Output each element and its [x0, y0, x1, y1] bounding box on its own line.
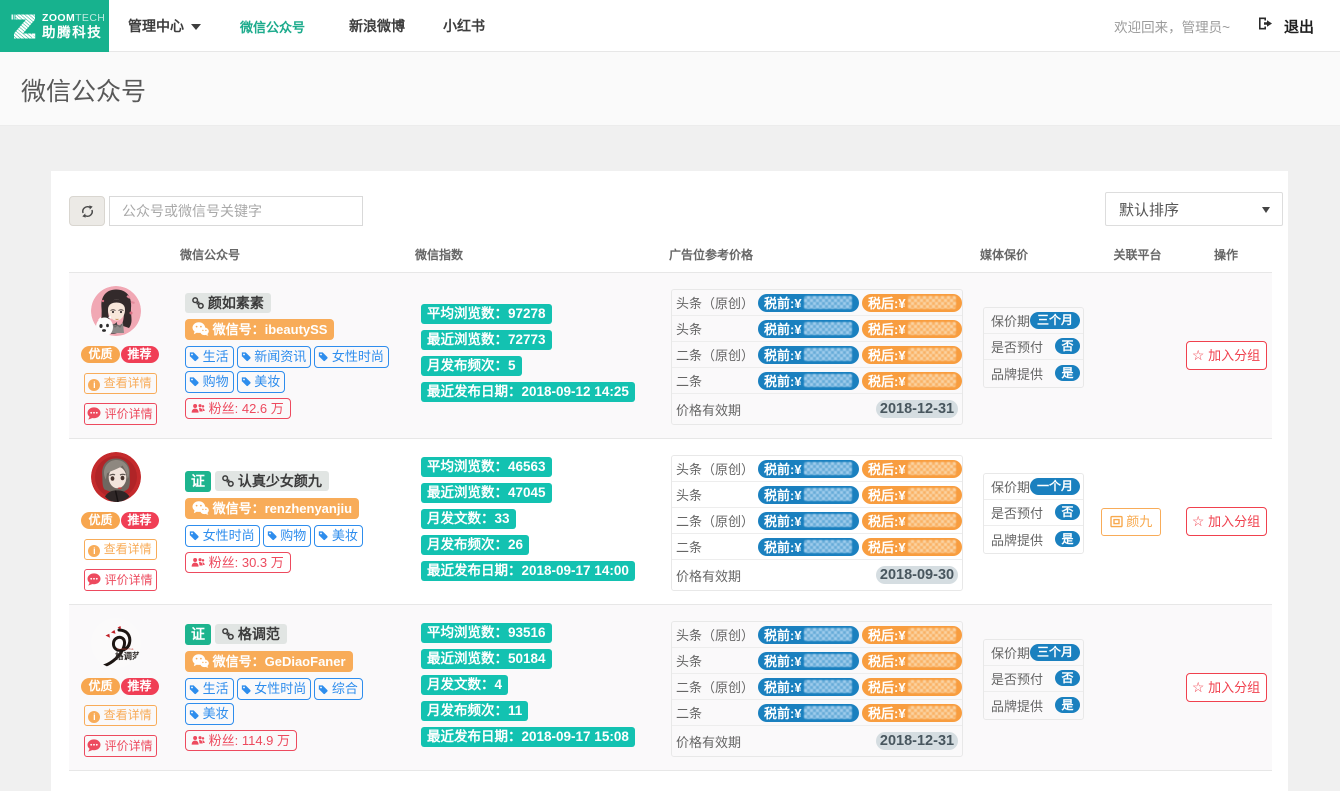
svg-text:格调范: 格调范 — [115, 651, 141, 661]
